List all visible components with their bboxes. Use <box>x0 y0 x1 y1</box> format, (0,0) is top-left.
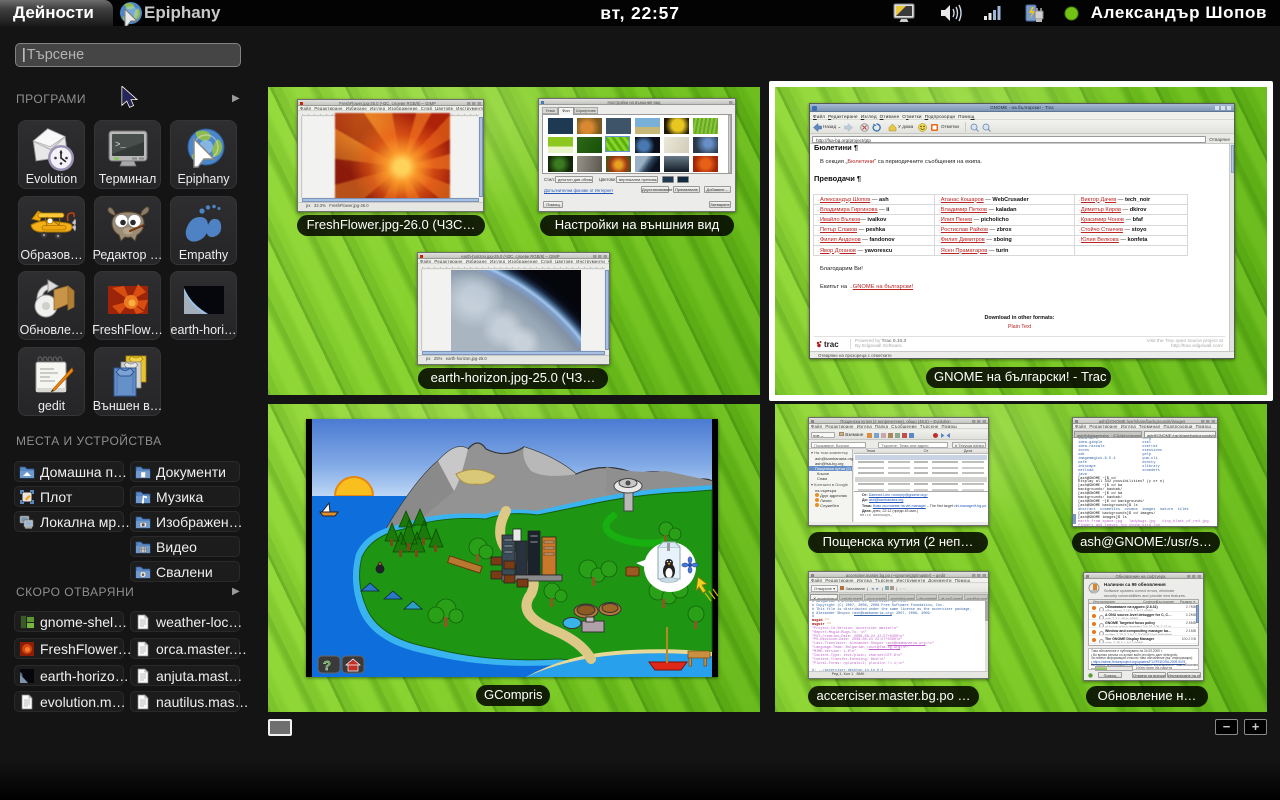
svg-text:>_: >_ <box>115 140 126 150</box>
svg-text:?: ? <box>323 658 331 673</box>
svg-text:trac: trac <box>824 340 839 349</box>
